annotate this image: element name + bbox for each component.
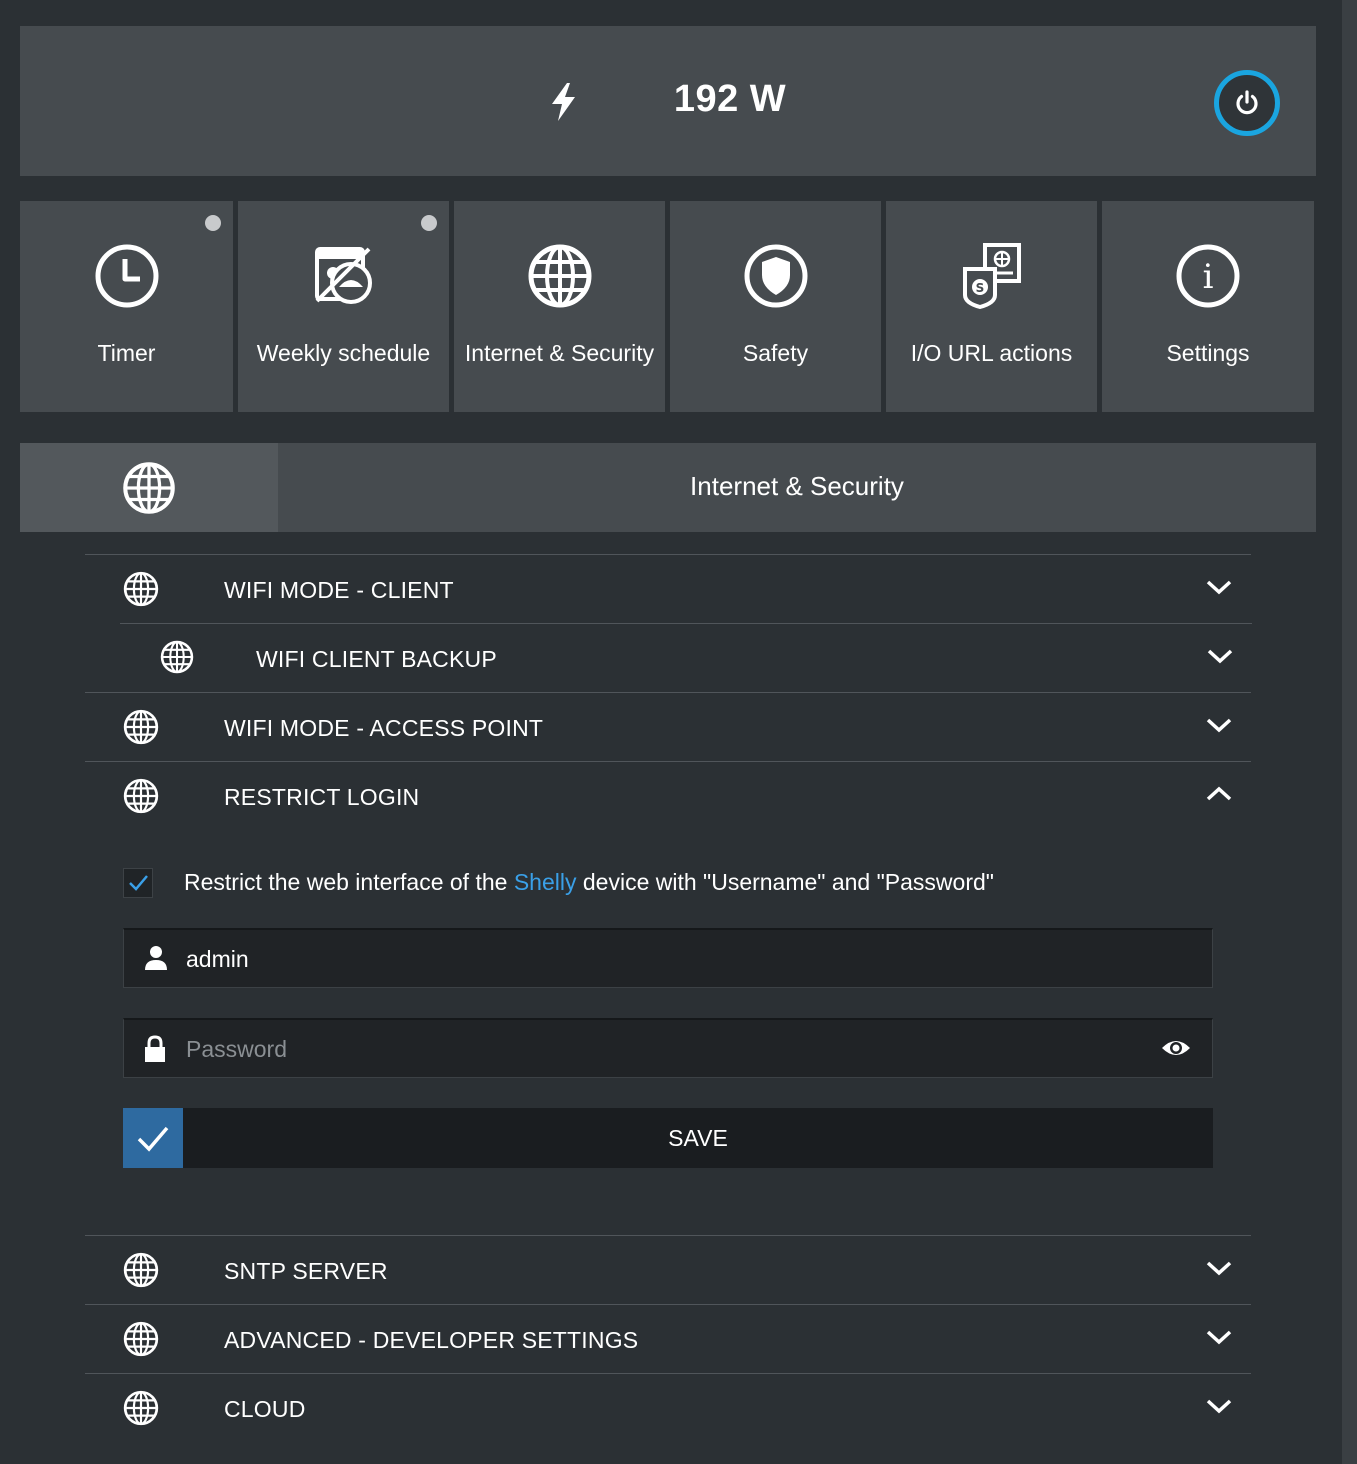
checkmark-icon bbox=[129, 875, 148, 891]
info-icon: i bbox=[1176, 244, 1240, 308]
tile-safety[interactable]: Safety bbox=[670, 201, 881, 412]
url-actions-icon: S bbox=[962, 243, 1021, 309]
restrict-login-checkbox[interactable] bbox=[123, 868, 153, 898]
tile-label: Weekly schedule bbox=[256, 340, 431, 366]
description-text: Restrict the web interface of the bbox=[184, 869, 514, 895]
row-wifi-client-backup[interactable]: WIFI CLIENT BACKUP bbox=[120, 623, 1252, 692]
shield-icon bbox=[744, 244, 807, 308]
chevron-down-icon[interactable] bbox=[1205, 1258, 1233, 1278]
row-wifi-client[interactable]: WIFI MODE - CLIENT bbox=[85, 554, 1251, 623]
row-advanced-developer[interactable]: ADVANCED - DEVELOPER SETTINGS bbox=[85, 1304, 1251, 1373]
description-text: device with "Username" and "Password" bbox=[576, 869, 994, 895]
power-value: 192 W bbox=[673, 78, 787, 120]
row-label: WIFI CLIENT BACKUP bbox=[256, 646, 497, 672]
chevron-down-icon[interactable] bbox=[1205, 1327, 1233, 1347]
globe-icon bbox=[123, 778, 159, 814]
clock-icon bbox=[95, 244, 158, 308]
user-icon bbox=[145, 946, 167, 970]
globe-icon bbox=[528, 244, 591, 308]
power-icon bbox=[1236, 90, 1258, 115]
tile-internet-security[interactable]: Internet & Security bbox=[454, 201, 665, 412]
tile-settings[interactable]: i Settings bbox=[1102, 201, 1314, 412]
globe-icon bbox=[123, 1321, 159, 1357]
tile-timer[interactable]: Timer bbox=[20, 201, 233, 412]
chevron-down-icon[interactable] bbox=[1206, 646, 1234, 666]
row-label: WIFI MODE - ACCESS POINT bbox=[224, 715, 544, 741]
globe-icon bbox=[123, 709, 159, 745]
chevron-down-icon[interactable] bbox=[1205, 1396, 1233, 1416]
tile-label: Timer bbox=[97, 340, 156, 366]
globe-icon bbox=[123, 571, 159, 607]
svg-text:i: i bbox=[1203, 257, 1214, 297]
globe-icon bbox=[160, 640, 194, 674]
row-label: ADVANCED - DEVELOPER SETTINGS bbox=[224, 1327, 639, 1353]
tile-label: I/O URL actions bbox=[910, 340, 1073, 366]
tile-label: Settings bbox=[1166, 340, 1250, 366]
globe-icon bbox=[123, 1390, 159, 1426]
row-label: WIFI MODE - CLIENT bbox=[224, 577, 454, 603]
restrict-login-description: Restrict the web interface of the Shelly… bbox=[184, 869, 994, 896]
tile-label: Safety bbox=[742, 340, 809, 366]
row-sntp-server[interactable]: SNTP SERVER bbox=[85, 1235, 1251, 1304]
password-field[interactable] bbox=[123, 1018, 1213, 1078]
schedule-icon bbox=[314, 247, 372, 304]
checkmark-icon bbox=[137, 1126, 169, 1152]
tile-label: Internet & Security bbox=[464, 340, 655, 366]
svg-text:S: S bbox=[975, 281, 984, 295]
scrollbar[interactable] bbox=[1342, 0, 1357, 1464]
row-wifi-access-point[interactable]: WIFI MODE - ACCESS POINT bbox=[85, 692, 1251, 761]
tile-weekly-schedule[interactable]: Weekly schedule bbox=[238, 201, 449, 412]
chevron-down-icon[interactable] bbox=[1205, 577, 1233, 597]
section-icon-box bbox=[20, 443, 278, 532]
save-button[interactable]: SAVE bbox=[123, 1108, 1213, 1168]
power-toggle-button[interactable] bbox=[1214, 70, 1280, 136]
password-input[interactable] bbox=[186, 1030, 1136, 1068]
bolt-icon bbox=[552, 83, 575, 121]
eye-icon[interactable] bbox=[1160, 1036, 1192, 1060]
row-restrict-login[interactable]: RESTRICT LOGIN bbox=[85, 761, 1251, 830]
row-label: CLOUD bbox=[224, 1396, 306, 1422]
row-label: RESTRICT LOGIN bbox=[224, 784, 420, 810]
indicator-dot bbox=[205, 215, 221, 231]
chevron-up-icon[interactable] bbox=[1205, 784, 1233, 804]
save-label: SAVE bbox=[668, 1125, 728, 1151]
username-field[interactable] bbox=[123, 928, 1213, 988]
row-cloud[interactable]: CLOUD bbox=[85, 1373, 1251, 1442]
globe-icon bbox=[123, 462, 175, 514]
shelly-link[interactable]: Shelly bbox=[514, 869, 577, 895]
indicator-dot bbox=[421, 215, 437, 231]
chevron-down-icon[interactable] bbox=[1205, 715, 1233, 735]
username-input[interactable] bbox=[186, 940, 1136, 978]
row-label: SNTP SERVER bbox=[224, 1258, 388, 1284]
save-icon-box bbox=[123, 1108, 183, 1168]
section-title: Internet & Security bbox=[690, 471, 904, 501]
lock-icon bbox=[145, 1035, 165, 1062]
globe-icon bbox=[123, 1252, 159, 1288]
section-header: Internet & Security bbox=[20, 443, 1316, 532]
tile-io-url-actions[interactable]: S I/O URL actions bbox=[886, 201, 1097, 412]
